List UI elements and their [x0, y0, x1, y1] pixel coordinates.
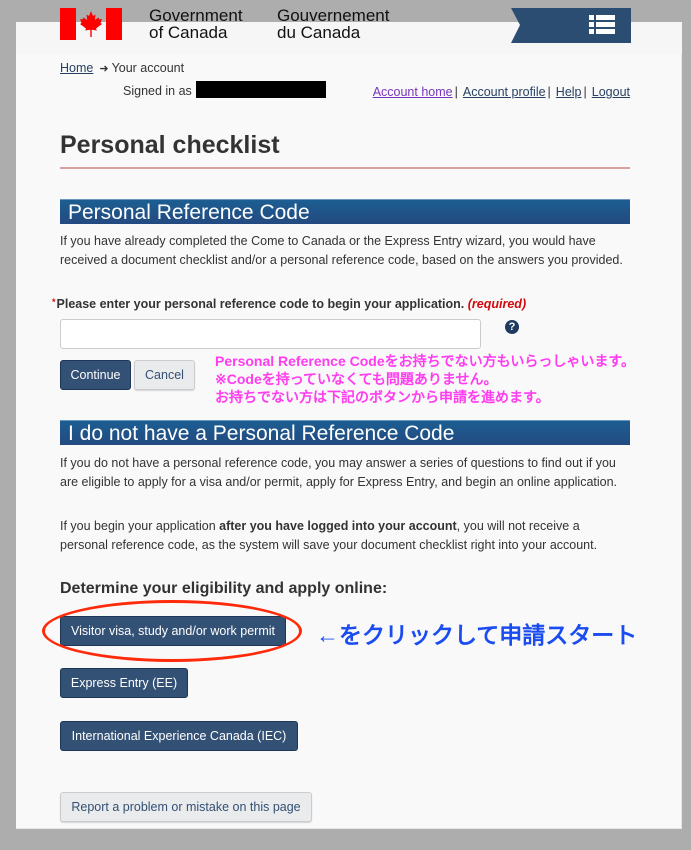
canada-flag-icon	[60, 8, 122, 40]
breadcrumb-current: Your account	[111, 61, 185, 75]
annotation-arrow: ←をクリックして申請スタート	[316, 622, 638, 648]
required-star: *	[52, 297, 56, 307]
menu-button[interactable]	[511, 8, 631, 43]
breadcrumb-home-link[interactable]: Home	[60, 61, 93, 75]
no-code-paragraph-1: If you do not have a personal reference …	[60, 456, 618, 489]
section-heading-no-reference-code: I do not have a Personal Reference Code	[60, 420, 630, 445]
account-links: Account home | Account profile | Help | Logout	[372, 85, 630, 99]
redacted-username	[196, 81, 326, 98]
required-tag: (required)	[467, 297, 527, 311]
arrow-right-icon: ➜	[99, 63, 109, 75]
account-home-link[interactable]: Account home	[373, 85, 453, 99]
cancel-button[interactable]: Cancel	[134, 360, 195, 390]
breadcrumb: Home ➜ Your account	[60, 61, 184, 75]
reference-code-input[interactable]	[60, 319, 481, 349]
title-divider	[60, 167, 630, 169]
help-icon[interactable]: ?	[505, 320, 519, 334]
highlight-oval	[42, 600, 302, 662]
reference-code-intro: If you have already completed the Come t…	[60, 234, 623, 267]
help-link[interactable]: Help	[556, 85, 582, 99]
section-heading-reference-code: Personal Reference Code	[60, 199, 630, 224]
signature-french: Gouvernement du Canada	[277, 6, 390, 42]
continue-button[interactable]: Continue	[60, 360, 131, 390]
iec-button[interactable]: International Experience Canada (IEC)	[60, 721, 298, 751]
page-title: Personal checklist	[60, 131, 280, 159]
reference-code-label: *Please enter your personal reference co…	[52, 297, 527, 311]
signature-english: Government of Canada	[149, 6, 243, 42]
report-problem-button[interactable]: Report a problem or mistake on this page	[60, 792, 312, 822]
eligibility-subheading: Determine your eligibility and apply onl…	[60, 580, 388, 597]
menu-list-icon	[511, 8, 631, 43]
signed-in-label: Signed in as	[123, 84, 192, 98]
no-code-paragraph-2: If you begin your application after you …	[60, 519, 598, 552]
logout-link[interactable]: Logout	[592, 85, 630, 99]
annotation-note: Personal Reference Codeをお持ちでない方もいらっしゃいます…	[215, 353, 635, 405]
account-profile-link[interactable]: Account profile	[463, 85, 546, 99]
express-entry-button[interactable]: Express Entry (EE)	[60, 668, 188, 698]
